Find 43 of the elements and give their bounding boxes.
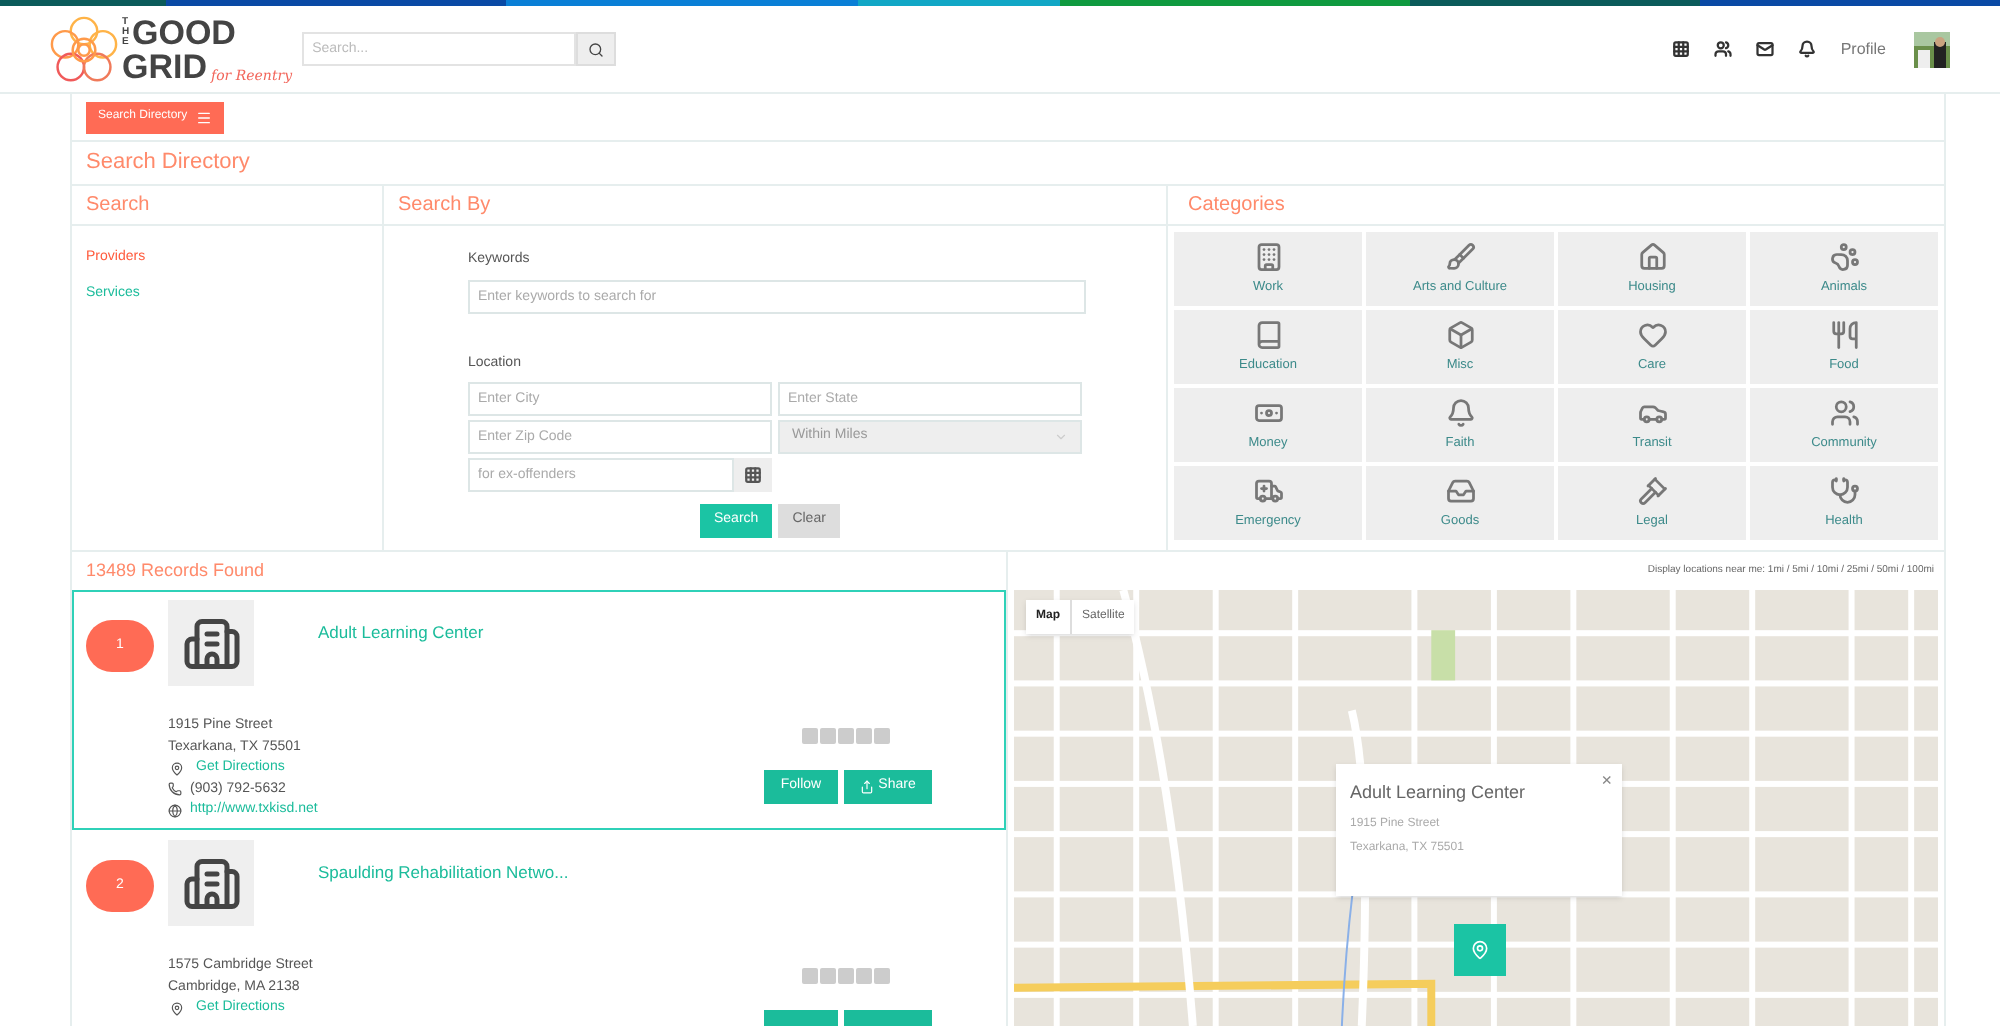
building-icon [1253,241,1283,272]
mail-icon[interactable] [1756,40,1775,58]
gavel-icon [1637,475,1667,506]
book-icon [1253,319,1283,350]
people-icon[interactable] [1714,40,1733,58]
share-icon [860,780,875,794]
panel-title: Search [86,192,150,220]
brush-icon [1445,241,1475,272]
grid-icon [744,466,762,484]
panel-title: Search By [398,192,491,220]
info-window-title: Adult Learning Center [1350,780,1528,806]
globe-icon [168,803,182,818]
utensils-icon [1829,319,1859,350]
stethoscope-icon [1829,475,1859,506]
search-button[interactable] [576,32,617,66]
map-pin-icon [1470,940,1490,960]
ambulance-icon [1253,475,1283,506]
search-icon [588,41,605,57]
page-title: Search Directory [86,148,250,179]
apps-grid-icon[interactable] [1672,40,1691,58]
close-button[interactable]: × [1601,768,1612,795]
map-pin-icon [170,1001,184,1016]
building-drawing [181,613,241,673]
panel-title: Categories [1188,192,1285,220]
inbox-icon [1445,475,1475,506]
house-icon [1637,241,1667,272]
menu-icon [195,109,212,125]
users-icon [1829,397,1859,428]
profile-link[interactable]: Profile [1840,37,1886,61]
record-title[interactable]: Adult Learning Center [318,622,484,642]
bell-icon [1445,397,1475,428]
notification-bell-icon[interactable] [1798,40,1817,58]
map-pin-icon [170,761,184,776]
building-drawing [181,853,241,913]
record-title[interactable]: Spaulding Rehabilitation Netwo... [318,862,569,882]
map-marker[interactable] [1454,924,1506,976]
grid-picker-button[interactable] [734,458,772,492]
caret-icon [1054,430,1068,444]
paw-icon [1829,241,1859,272]
box-icon [1445,319,1475,350]
heart-icon [1637,319,1667,350]
records-count: 13489 Records Found [86,557,265,584]
phone-icon [168,782,182,797]
